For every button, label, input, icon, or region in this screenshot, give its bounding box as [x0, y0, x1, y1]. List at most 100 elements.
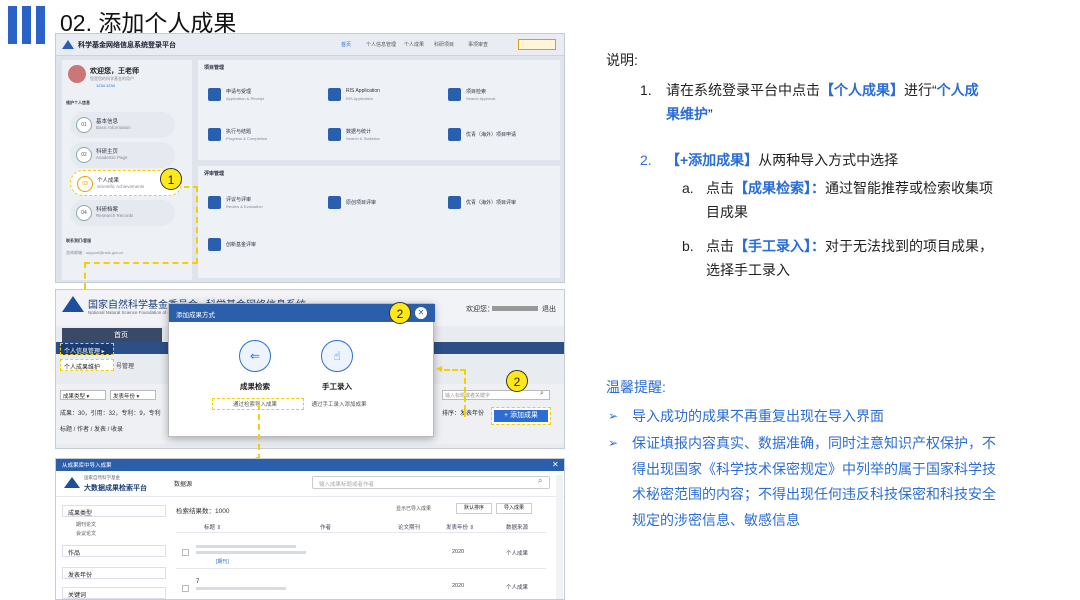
username-redacted — [492, 306, 538, 311]
menu-number: 04 — [76, 205, 92, 221]
show-imported-checkbox[interactable]: 显示已导入成果 — [396, 505, 431, 512]
option-manual-label[interactable]: 手工录入 — [307, 381, 367, 392]
hand-pointer-icon: ☝ — [321, 340, 353, 372]
step2-text: 【+添加成果】从两种导入方式中选择 — [666, 148, 898, 172]
connector-line — [444, 369, 466, 411]
item-label[interactable]: 原创项目评审 — [346, 199, 376, 206]
filter-works[interactable]: 作品 — [62, 545, 166, 557]
step2b-part: 选择手工录入 — [706, 262, 790, 278]
import-button[interactable]: 导入成果 — [496, 503, 532, 514]
nav-home[interactable]: 首页 — [341, 41, 351, 48]
item-label[interactable]: 评议与评审 — [226, 196, 251, 203]
item-label[interactable]: 数据与统计 — [346, 128, 371, 135]
step2a-number: a. — [682, 180, 694, 196]
table-row[interactable]: [期刊] 2020 个人成果 — [176, 539, 546, 569]
menu-sublabel: Scientific Achievements — [97, 184, 145, 189]
search-input[interactable]: 输入成果标题或者作者 — [312, 476, 550, 489]
item-label[interactable]: 项目检索 — [466, 88, 486, 95]
menu-label: 基本信息 — [96, 119, 119, 125]
item-sublabel: Search Approval — [466, 96, 496, 101]
connector-line — [464, 411, 466, 417]
step2b-part: 点击 — [706, 238, 734, 254]
step2-part: 从两种导入方式中选择 — [758, 152, 899, 168]
year-filter[interactable]: 发表年份 ▾ — [110, 390, 156, 400]
item-sublabel: Search & Statistics — [346, 136, 380, 141]
tab-home[interactable]: 首页 — [114, 330, 128, 340]
filter-conference[interactable]: 会议论文 — [76, 530, 96, 537]
arrow-left-icon: ◀ — [436, 364, 443, 373]
stats-text: 成果：30，引用：32，专利：9，专利 — [60, 411, 161, 417]
item-label[interactable]: 创新基金评审 — [226, 241, 256, 248]
item-sublabel: Progress & Completion — [226, 136, 268, 141]
project-mgmt-card: 项目管理 申请与受理 Application & Receipt RIS Appl… — [198, 60, 560, 160]
add-achievement-button[interactable]: + 添加成果 — [491, 407, 551, 425]
row-checkbox[interactable] — [182, 585, 189, 592]
search-icon[interactable]: ⌕ — [538, 476, 542, 486]
column-header[interactable]: 发表年份 ⇕ — [446, 523, 474, 531]
menu-personal-info[interactable]: 个人信息管理 ▸ — [60, 343, 114, 355]
default-sort-button[interactable]: 默认排序 — [456, 503, 492, 514]
greeting-sub: 您是您的科学基金的用户 — [90, 76, 134, 81]
menu-label: 个人成果 — [97, 178, 120, 184]
search-icon[interactable]: ⌕ — [540, 390, 544, 398]
tip-1: 导入成功的成果不再重复出现在导入界面 — [632, 408, 884, 424]
step2a-highlight: 【成果检索】： — [734, 180, 825, 196]
progress-icon — [208, 128, 221, 141]
step2-number: 2. — [640, 152, 652, 168]
nav-achievements[interactable]: 个人成果 — [404, 41, 424, 48]
menu-academic-page[interactable]: 02 科研主页 Academic Page — [70, 142, 175, 168]
step2b-number: b. — [682, 238, 694, 254]
close-icon[interactable]: ✕ — [552, 460, 559, 469]
item-label[interactable]: 执行与结题 — [226, 128, 251, 135]
step2b-text: 点击【手工录入】：对于无法找到的项目成果， 选择手工录入 — [706, 234, 1056, 282]
filter-keyword[interactable]: 关键词 — [62, 587, 166, 599]
type-tag: [期刊] — [216, 559, 229, 565]
step-badge-dialog: 2 — [389, 302, 411, 324]
menu-label: 个人成果维护 — [64, 365, 101, 371]
column-header: 作者 — [320, 525, 332, 531]
filter-year[interactable]: 发表年份 — [62, 567, 166, 579]
greeting: 欢迎您，王老师 — [90, 68, 139, 75]
welcome-label: 欢迎您： — [466, 306, 494, 313]
menu-number: 02 — [76, 147, 92, 163]
manual-option[interactable]: ☝ — [321, 340, 353, 372]
menu-basic-info[interactable]: 01 基本信息 Basic Information — [70, 112, 175, 138]
column-header[interactable]: 标题 ⇕ — [204, 523, 221, 531]
nav-profile[interactable]: 个人信息管理 — [366, 41, 396, 48]
contact-info: 咨询邮箱：support@nsfc.gov.cn — [66, 250, 124, 255]
menu-research-records[interactable]: 04 科研档案 Research Records — [70, 200, 175, 226]
step-badge-2: 2 — [506, 370, 528, 392]
tips-title: 温馨提醒: — [606, 379, 666, 395]
nav-projects[interactable]: 科研项目 — [434, 41, 454, 48]
platform-name: 科学基金网络信息系统登录平台 — [78, 42, 176, 49]
filter-type[interactable]: 成果类型 — [62, 505, 166, 517]
item-label[interactable]: 优青（海外）项目申请 — [466, 131, 516, 138]
type-filter[interactable]: 成果类型 ▾ — [60, 390, 106, 400]
field-tags: 标题 / 作者 / 发表 / 收录 — [60, 427, 124, 433]
overseas-review-icon — [448, 196, 461, 209]
title-redacted — [196, 587, 286, 590]
logout-link[interactable]: 退出 — [542, 304, 556, 314]
search-option[interactable]: ⇐ — [239, 340, 271, 372]
close-icon[interactable]: ✕ — [415, 307, 427, 319]
item-sublabel: Application & Receipt — [226, 96, 265, 101]
option-search-label[interactable]: 成果检索 — [225, 381, 285, 392]
nav-review[interactable]: 事项审查 — [468, 41, 488, 48]
filter-journal[interactable]: 期刊论文 — [76, 521, 96, 528]
table-row[interactable]: 7 2020 个人成果 — [176, 575, 546, 599]
item-label[interactable]: RIS Application — [346, 88, 380, 94]
step1-part: ” — [708, 106, 713, 122]
step2b-highlight: 【手工录入】： — [734, 238, 825, 254]
import-title: 从成果库中导入成果 — [56, 459, 564, 471]
menu-number: 03 — [77, 176, 93, 192]
import-icon: ⇐ — [239, 340, 271, 372]
tip-2-line: 保证填报内容真实、数据准确，同时注意知识产权保护，不 — [632, 435, 996, 451]
menu-other[interactable]: 号管理 — [116, 361, 134, 370]
item-label[interactable]: 申请与受理 — [226, 88, 251, 95]
scrollbar[interactable] — [556, 475, 563, 599]
menu-achievement-maintain[interactable]: 个人成果维护 — [60, 359, 114, 371]
row-checkbox[interactable] — [182, 549, 189, 556]
user-badge[interactable] — [518, 39, 556, 50]
item-label[interactable]: 优青（海外）项目评审 — [466, 199, 516, 206]
menu-sublabel: Academic Page — [96, 155, 128, 160]
